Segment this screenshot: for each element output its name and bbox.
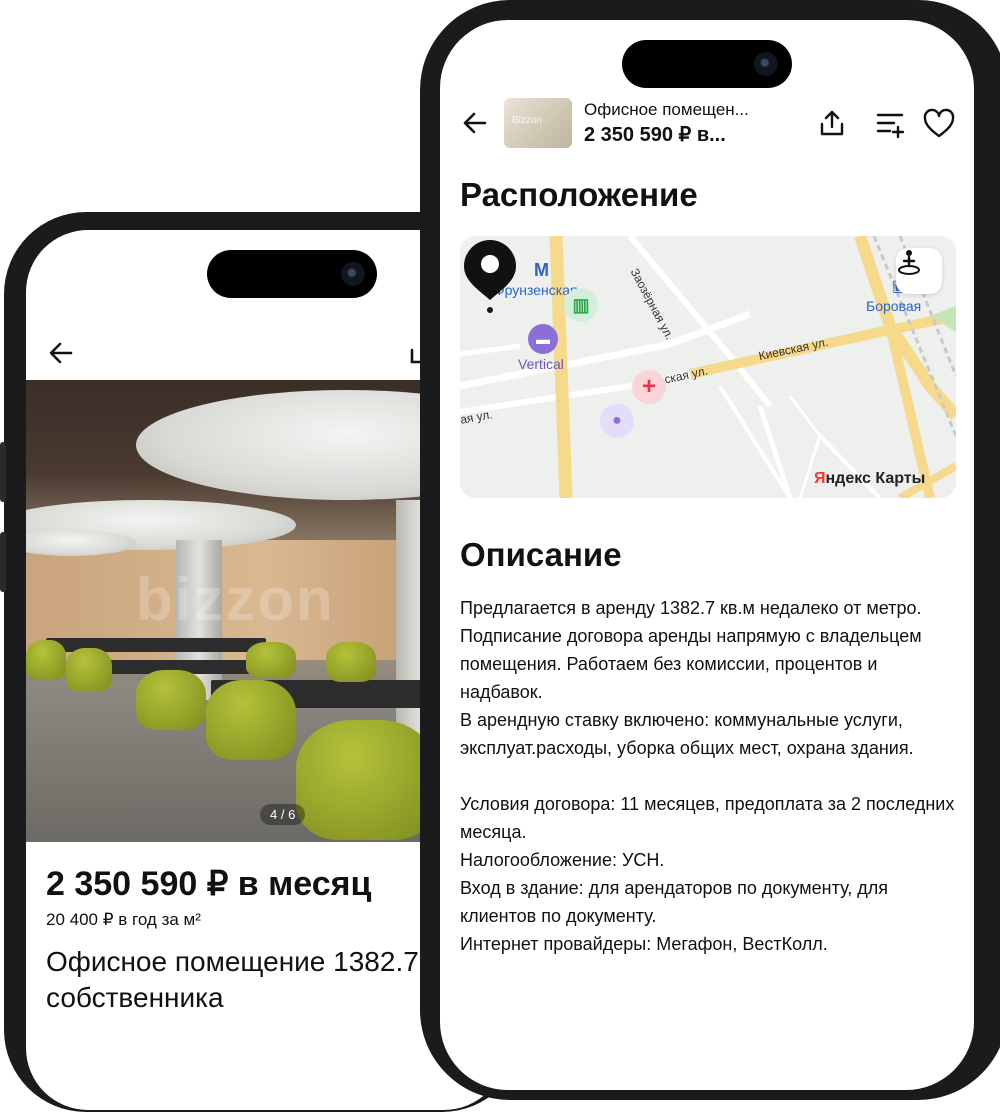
poi-label[interactable]: Vertical (518, 356, 564, 372)
book-icon[interactable]: ▥ (564, 288, 598, 322)
header-price: 2 350 590 ₽ в... (584, 124, 726, 146)
dynamic-island (207, 250, 377, 298)
photo-chair (26, 640, 66, 680)
photo-chair (246, 642, 296, 678)
front-phone: Bizzon Офисное помещен... 2 350 590 ₽ в.… (420, 0, 1000, 1100)
side-button (0, 532, 6, 592)
share-icon[interactable] (816, 107, 848, 139)
front-phone-screen: Bizzon Офисное помещен... 2 350 590 ₽ в.… (440, 20, 974, 1090)
photo-chair (206, 680, 296, 760)
description-paragraph: Условия договора: 11 месяцев, предоплата… (460, 794, 955, 842)
yandex-maps-logo[interactable]: Яндекс Карты (814, 470, 925, 488)
listing-thumbnail[interactable]: Bizzon (504, 98, 572, 148)
description-paragraph: Вход в здание: для арендаторов по докуме… (460, 878, 889, 926)
price-per-sqm: 20 400 ₽ в год за м² (46, 910, 201, 929)
description-paragraph: Налогообложение: УСН. (460, 850, 665, 870)
metro-station-label[interactable]: Боровая (866, 298, 921, 314)
logo-prefix: Я (814, 470, 826, 487)
photo-counter: 4 / 6 (260, 804, 306, 825)
dynamic-island (622, 40, 792, 88)
photo-chair (326, 642, 376, 682)
photo-chair (136, 670, 206, 730)
panorama-person-icon (898, 250, 920, 275)
description-paragraph: В арендную ставку включено: коммунальные… (460, 710, 914, 758)
metro-icon: M (534, 260, 549, 280)
compare-icon[interactable] (874, 108, 906, 140)
header-title: Офисное помещен... (584, 100, 749, 119)
description-text: Предлагается в аренду 1382.7 кв.м недале… (460, 594, 960, 958)
back-arrow-icon[interactable] (46, 338, 76, 368)
description-paragraph: Предлагается в аренду 1382.7 кв.м недале… (460, 598, 922, 618)
description-paragraph: Интернет провайдеры: Мегафон, ВестКолл. (460, 934, 828, 954)
pharmacy-icon[interactable]: + (632, 370, 666, 404)
thumbnail-watermark: Bizzon (512, 115, 543, 126)
logo-rest: ндекс Карты (825, 470, 926, 487)
photo-chair (296, 720, 436, 840)
camera-icon (754, 52, 778, 76)
back-arrow-icon[interactable] (460, 108, 490, 138)
camera-icon (341, 262, 365, 286)
location-heading: Расположение (460, 176, 698, 213)
heart-icon[interactable] (922, 108, 956, 140)
description-paragraph: Подписание договора аренды напрямую с вл… (460, 626, 922, 702)
listing-price: 2 350 590 ₽ в месяц (46, 865, 372, 903)
map[interactable]: M Фрунзенская ▣ Боровая ▥ ▬ Vertical + ●… (460, 236, 956, 498)
photo-chair (66, 648, 112, 692)
panorama-button[interactable] (896, 248, 942, 294)
pin-icon[interactable] (460, 236, 520, 316)
hotel-icon[interactable]: ▬ (528, 324, 558, 354)
description-heading: Описание (460, 536, 622, 573)
side-button (0, 442, 6, 502)
teddy-bear-icon[interactable]: ● (600, 404, 634, 438)
photo-watermark: bizzon (136, 566, 335, 633)
